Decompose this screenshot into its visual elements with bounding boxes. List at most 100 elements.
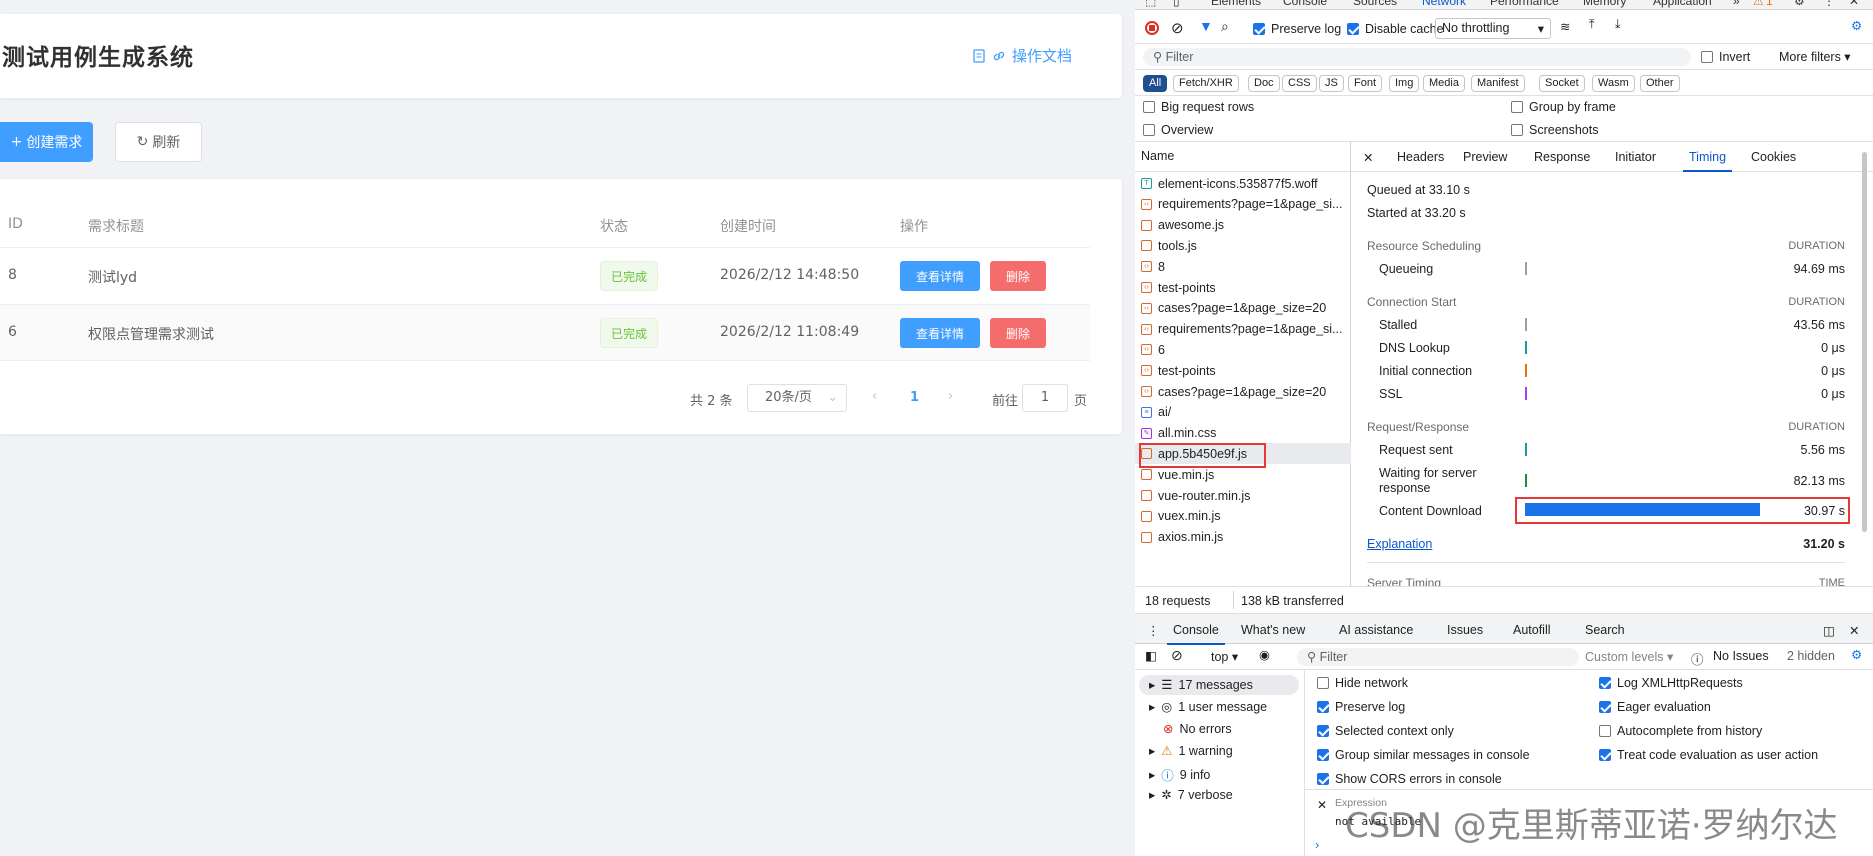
sidebar-item-warnings[interactable]: ▸ ⚠ 1 warning (1149, 743, 1233, 759)
type-filter-all[interactable]: All (1143, 75, 1168, 92)
sidebar-item-user-messages[interactable]: ▸ ◎ 1 user message (1149, 699, 1267, 715)
request-row[interactable]: ‹› test-points (1135, 277, 1351, 298)
request-row[interactable]: ‹› cases?page=1&page_size=20 (1135, 381, 1351, 402)
request-row[interactable]: vuex.min.js (1135, 506, 1351, 527)
type-filter-css[interactable]: CSS (1282, 75, 1317, 92)
next-page-icon[interactable]: › (948, 389, 953, 404)
disable-cache-checkbox[interactable]: Disable cache (1347, 22, 1444, 36)
panel-tab-memory[interactable]: Memory (1583, 0, 1626, 8)
sidebar-item-verbose[interactable]: ▸ ✲ 7 verbose (1149, 787, 1233, 803)
console-prompt[interactable]: › (1315, 838, 1319, 852)
goto-page-input[interactable]: 1 (1022, 384, 1068, 412)
close-drawer-icon[interactable]: ✕ (1849, 623, 1859, 638)
console-filter-input[interactable]: ⚲ Filter (1297, 648, 1579, 666)
sidebar-item-info[interactable]: ▸ ⓘ 9 info (1149, 765, 1210, 784)
panel-tab-application[interactable]: Application (1653, 0, 1712, 8)
big-rows-checkbox[interactable]: Big request rows (1143, 100, 1254, 114)
clear-icon[interactable]: ⊘ (1171, 19, 1184, 37)
show-cors-checkbox[interactable]: Show CORS errors in console (1317, 772, 1502, 786)
throttling-select[interactable]: No throttling ▾ (1435, 18, 1551, 39)
download-icon[interactable]: ⤓ (1615, 17, 1621, 32)
autocomplete-checkbox[interactable]: Autocomplete from history (1599, 724, 1762, 738)
inspect-icon[interactable]: ⬚ (1145, 0, 1156, 8)
request-row[interactable]: ‹› 8 (1135, 256, 1351, 277)
panel-tab-console[interactable]: Console (1283, 0, 1327, 8)
type-filter-other[interactable]: Other (1640, 75, 1680, 92)
more-filters-button[interactable]: More filters ▾ (1779, 49, 1851, 64)
invert-checkbox[interactable]: Invert (1701, 50, 1750, 64)
search-icon[interactable]: ⌕ (1221, 18, 1229, 35)
drawer-tab-search[interactable]: Search (1585, 623, 1625, 637)
panel-tab-sources[interactable]: Sources (1353, 0, 1397, 8)
tab-response[interactable]: Response (1534, 150, 1590, 164)
page-number[interactable]: 1 (910, 390, 919, 405)
screenshots-checkbox[interactable]: Screenshots (1511, 123, 1598, 137)
tab-timing[interactable]: Timing (1682, 150, 1733, 172)
type-filter-wasm[interactable]: Wasm (1592, 75, 1635, 92)
type-filter-img[interactable]: Img (1389, 75, 1420, 92)
selected-context-checkbox[interactable]: Selected context only (1317, 724, 1454, 738)
request-row[interactable]: ‹› cases?page=1&page_size=20 (1135, 298, 1351, 319)
panel-tab-performance[interactable]: Performance (1490, 0, 1559, 8)
panel-tab-network[interactable]: Network (1422, 0, 1466, 8)
filter-icon[interactable]: ▼ (1199, 18, 1213, 34)
drawer-tab-console[interactable]: Console (1167, 623, 1225, 645)
sidebar-item-messages[interactable]: ▸ ☰ 17 messages (1149, 677, 1253, 693)
tab-headers[interactable]: Headers (1397, 150, 1444, 164)
close-detail-icon[interactable]: ✕ (1363, 150, 1373, 165)
prev-page-icon[interactable]: ‹ (872, 389, 877, 404)
type-filter-js[interactable]: JS (1319, 75, 1344, 92)
request-row[interactable]: ‹› requirements?page=1&page_si... (1135, 319, 1351, 340)
context-select[interactable]: top ▾ (1211, 649, 1238, 664)
request-row[interactable]: vue-router.min.js (1135, 485, 1351, 506)
group-by-frame-checkbox[interactable]: Group by frame (1511, 100, 1616, 114)
tab-initiator[interactable]: Initiator (1615, 150, 1656, 164)
close-icon[interactable]: ✕ (1849, 0, 1859, 8)
record-stop-icon[interactable] (1145, 21, 1159, 35)
dock-icon[interactable]: ◫ (1823, 623, 1835, 638)
name-column-header[interactable]: Name (1135, 142, 1351, 172)
create-requirement-button[interactable]: + 创建需求 (0, 122, 93, 162)
request-row[interactable]: tools.js (1135, 235, 1351, 256)
request-row[interactable]: ‹› 6 (1135, 339, 1351, 360)
settings-icon[interactable]: ⚙ (1794, 0, 1805, 8)
view-details-button[interactable]: 查看详情 (900, 261, 980, 291)
type-filter-font[interactable]: Font (1348, 75, 1383, 92)
explanation-link[interactable]: Explanation (1367, 537, 1432, 551)
type-filter-doc[interactable]: Doc (1248, 75, 1280, 92)
scrollbar[interactable] (1862, 152, 1867, 532)
drawer-tab-ai-assistance[interactable]: AI assistance (1339, 623, 1413, 637)
type-filter-fetch-xhr[interactable]: Fetch/XHR (1173, 75, 1239, 92)
preserve-log-checkbox[interactable]: Preserve log (1253, 22, 1341, 36)
hide-network-checkbox[interactable]: Hide network (1317, 676, 1408, 690)
docs-link[interactable]: 操作文档 (972, 45, 1072, 66)
treat-eval-checkbox[interactable]: Treat code evaluation as user action (1599, 748, 1818, 762)
network-settings-icon[interactable]: ⚙ (1851, 18, 1862, 33)
panel-tab-elements[interactable]: Elements (1211, 0, 1261, 8)
delete-button[interactable]: 删除 (990, 261, 1046, 291)
eager-eval-checkbox[interactable]: Eager evaluation (1599, 700, 1711, 714)
drawer-menu-icon[interactable]: ⋮ (1147, 623, 1160, 638)
request-row[interactable]: ‹› test-points (1135, 360, 1351, 381)
log-levels-select[interactable]: Custom levels ▾ (1585, 649, 1673, 664)
tab-preview[interactable]: Preview (1463, 150, 1507, 164)
log-xhr-checkbox[interactable]: Log XMLHttpRequests (1599, 676, 1743, 690)
warning-icon[interactable]: ⚠ (1753, 0, 1764, 8)
console-settings-icon[interactable]: ⚙ (1851, 647, 1862, 662)
request-row[interactable]: awesome.js (1135, 215, 1351, 236)
remove-expression-icon[interactable]: ✕ (1317, 798, 1327, 812)
device-toggle-icon[interactable]: ▯ (1173, 0, 1180, 8)
request-row[interactable]: axios.min.js (1135, 527, 1351, 548)
type-filter-manifest[interactable]: Manifest (1471, 75, 1525, 92)
refresh-button[interactable]: ↻ 刷新 (115, 122, 202, 162)
kebab-menu-icon[interactable]: ⋮ (1823, 0, 1835, 8)
drawer-tab-issues[interactable]: Issues (1447, 623, 1483, 637)
network-conditions-icon[interactable]: ≋ (1560, 19, 1570, 34)
tab-cookies[interactable]: Cookies (1751, 150, 1796, 164)
more-tabs-icon[interactable]: » (1733, 0, 1740, 8)
view-details-button[interactable]: 查看详情 (900, 318, 980, 348)
drawer-tab-whats-new[interactable]: What's new (1241, 623, 1305, 637)
preserve-log-checkbox[interactable]: Preserve log (1317, 700, 1405, 714)
filter-input[interactable]: ⚲ Filter (1143, 48, 1691, 66)
request-row[interactable]: ‹› requirements?page=1&page_si... (1135, 194, 1351, 215)
